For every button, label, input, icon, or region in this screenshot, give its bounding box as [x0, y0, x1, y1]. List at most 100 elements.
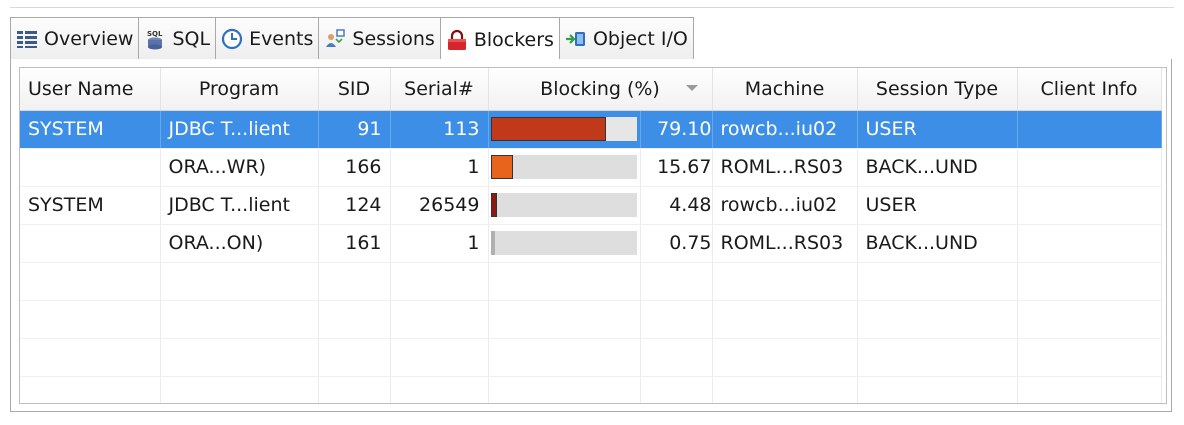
empty-cell: [1017, 262, 1162, 301]
empty-cell: [712, 338, 858, 377]
tab-sql[interactable]: SQL SQL: [139, 17, 217, 59]
column-header-sid[interactable]: SID: [318, 68, 391, 111]
object-io-icon: [565, 28, 587, 50]
cell-client-info: [1017, 148, 1162, 187]
cell-user-name: SYSTEM: [20, 110, 161, 149]
empty-cell: [160, 376, 319, 403]
empty-cell: [160, 262, 319, 301]
empty-cell: [318, 262, 391, 301]
cell-user-name: [20, 224, 161, 263]
empty-cell: [488, 262, 641, 301]
tab-label: Object I/O: [592, 27, 688, 50]
empty-cell: [488, 300, 641, 339]
overview-icon: [16, 28, 38, 50]
cell-blocking-pct: 15.67: [640, 148, 713, 187]
tab-bar: Overview SQL SQL Events Sessions Blocker…: [10, 17, 1172, 61]
lock-icon: [446, 29, 468, 51]
tab-sessions[interactable]: Sessions: [319, 17, 441, 59]
sort-descending-icon: [685, 85, 698, 91]
sessions-icon: [324, 28, 346, 50]
empty-cell: [390, 376, 489, 403]
empty-cell: [20, 300, 161, 339]
column-header-session-type[interactable]: Session Type: [857, 68, 1018, 111]
blocking-bar-track: [490, 155, 637, 179]
tab-label: Blockers: [473, 28, 554, 51]
empty-cell: [857, 338, 1018, 377]
cell-client-info: [1017, 186, 1162, 225]
column-header-blocking[interactable]: Blocking (%): [488, 68, 713, 111]
tab-blockers[interactable]: Blockers: [440, 17, 560, 61]
cell-blocking-pct: 79.10: [640, 110, 713, 149]
cell-blocking-pct: 4.48: [640, 186, 713, 225]
empty-cell: [1017, 376, 1162, 403]
table-row[interactable]: SYSTEM JDBC T...lient 91 113 79.10 rowcb...iu…: [20, 110, 1162, 149]
cell-session-type: USER: [857, 186, 1018, 225]
blocking-bar-fill: [490, 117, 606, 141]
empty-cell: [160, 338, 319, 377]
clock-icon: [221, 28, 243, 50]
tab-label: Sessions: [352, 27, 435, 50]
cell-serial: 26549: [390, 186, 489, 225]
cell-session-type: USER: [857, 110, 1018, 149]
empty-row: [20, 376, 1162, 403]
empty-cell: [857, 300, 1018, 339]
empty-cell: [488, 338, 641, 377]
blocking-bar-track: [490, 231, 637, 255]
empty-cell: [640, 376, 713, 403]
empty-row: [20, 300, 1162, 339]
cell-serial: 1: [390, 148, 489, 187]
column-header-serial[interactable]: Serial#: [390, 68, 489, 111]
empty-cell: [640, 262, 713, 301]
empty-cell: [390, 338, 489, 377]
cell-program: JDBC T...lient: [160, 110, 319, 149]
empty-cell: [1017, 338, 1162, 377]
empty-cell: [318, 300, 391, 339]
blocking-bar-fill: [490, 155, 514, 179]
blocking-bar-fill: [490, 193, 498, 217]
cell-sid: 91: [318, 110, 391, 149]
top-divider: [10, 7, 1174, 8]
blocking-bar-fill: [490, 231, 495, 255]
cell-machine: ROML...RS03: [712, 148, 858, 187]
blockers-table: User Name Program SID Serial# Blocking (…: [19, 67, 1167, 404]
empty-cell: [640, 338, 713, 377]
svg-text:SQL: SQL: [147, 30, 163, 38]
cell-user-name: [20, 148, 161, 187]
empty-cell: [712, 376, 858, 403]
cell-blocking-bar: [488, 148, 641, 187]
cell-program: ORA...WR): [160, 148, 319, 187]
cell-session-type: BACK...UND: [857, 148, 1018, 187]
cell-sid: 124: [318, 186, 391, 225]
cell-client-info: [1017, 110, 1162, 149]
table-row[interactable]: ORA...ON) 161 1 0.75 ROML...RS03 BACK...UND: [20, 224, 1162, 263]
empty-cell: [20, 262, 161, 301]
empty-cell: [1017, 300, 1162, 339]
empty-cell: [318, 376, 391, 403]
table-row[interactable]: ORA...WR) 166 1 15.67 ROML...RS03 BACK...UND: [20, 148, 1162, 187]
column-header-program[interactable]: Program: [160, 68, 319, 111]
cell-machine: ROML...RS03: [712, 224, 858, 263]
empty-row: [20, 262, 1162, 301]
tab-events[interactable]: Events: [216, 17, 320, 59]
tab-object-io[interactable]: Object I/O: [559, 17, 694, 59]
tab-label: Overview: [44, 27, 134, 50]
column-header-client-info[interactable]: Client Info: [1017, 68, 1162, 111]
tab-label: SQL: [172, 27, 211, 50]
empty-cell: [488, 376, 641, 403]
column-header-machine[interactable]: Machine: [712, 68, 858, 111]
column-header-user-name[interactable]: User Name: [20, 68, 161, 111]
cell-program: JDBC T...lient: [160, 186, 319, 225]
empty-cell: [160, 300, 319, 339]
cell-program: ORA...ON): [160, 224, 319, 263]
table-header: User Name Program SID Serial# Blocking (…: [20, 68, 1162, 111]
empty-cell: [857, 376, 1018, 403]
table-row[interactable]: SYSTEM JDBC T...lient 124 26549 4.48 rowcb...…: [20, 186, 1162, 225]
tab-overview[interactable]: Overview: [10, 17, 140, 59]
empty-cell: [20, 338, 161, 377]
blocking-bar-track: [490, 193, 637, 217]
cell-sid: 161: [318, 224, 391, 263]
cell-blocking-bar: [488, 110, 641, 149]
cell-serial: 1: [390, 224, 489, 263]
empty-cell: [857, 262, 1018, 301]
cell-user-name: SYSTEM: [20, 186, 161, 225]
